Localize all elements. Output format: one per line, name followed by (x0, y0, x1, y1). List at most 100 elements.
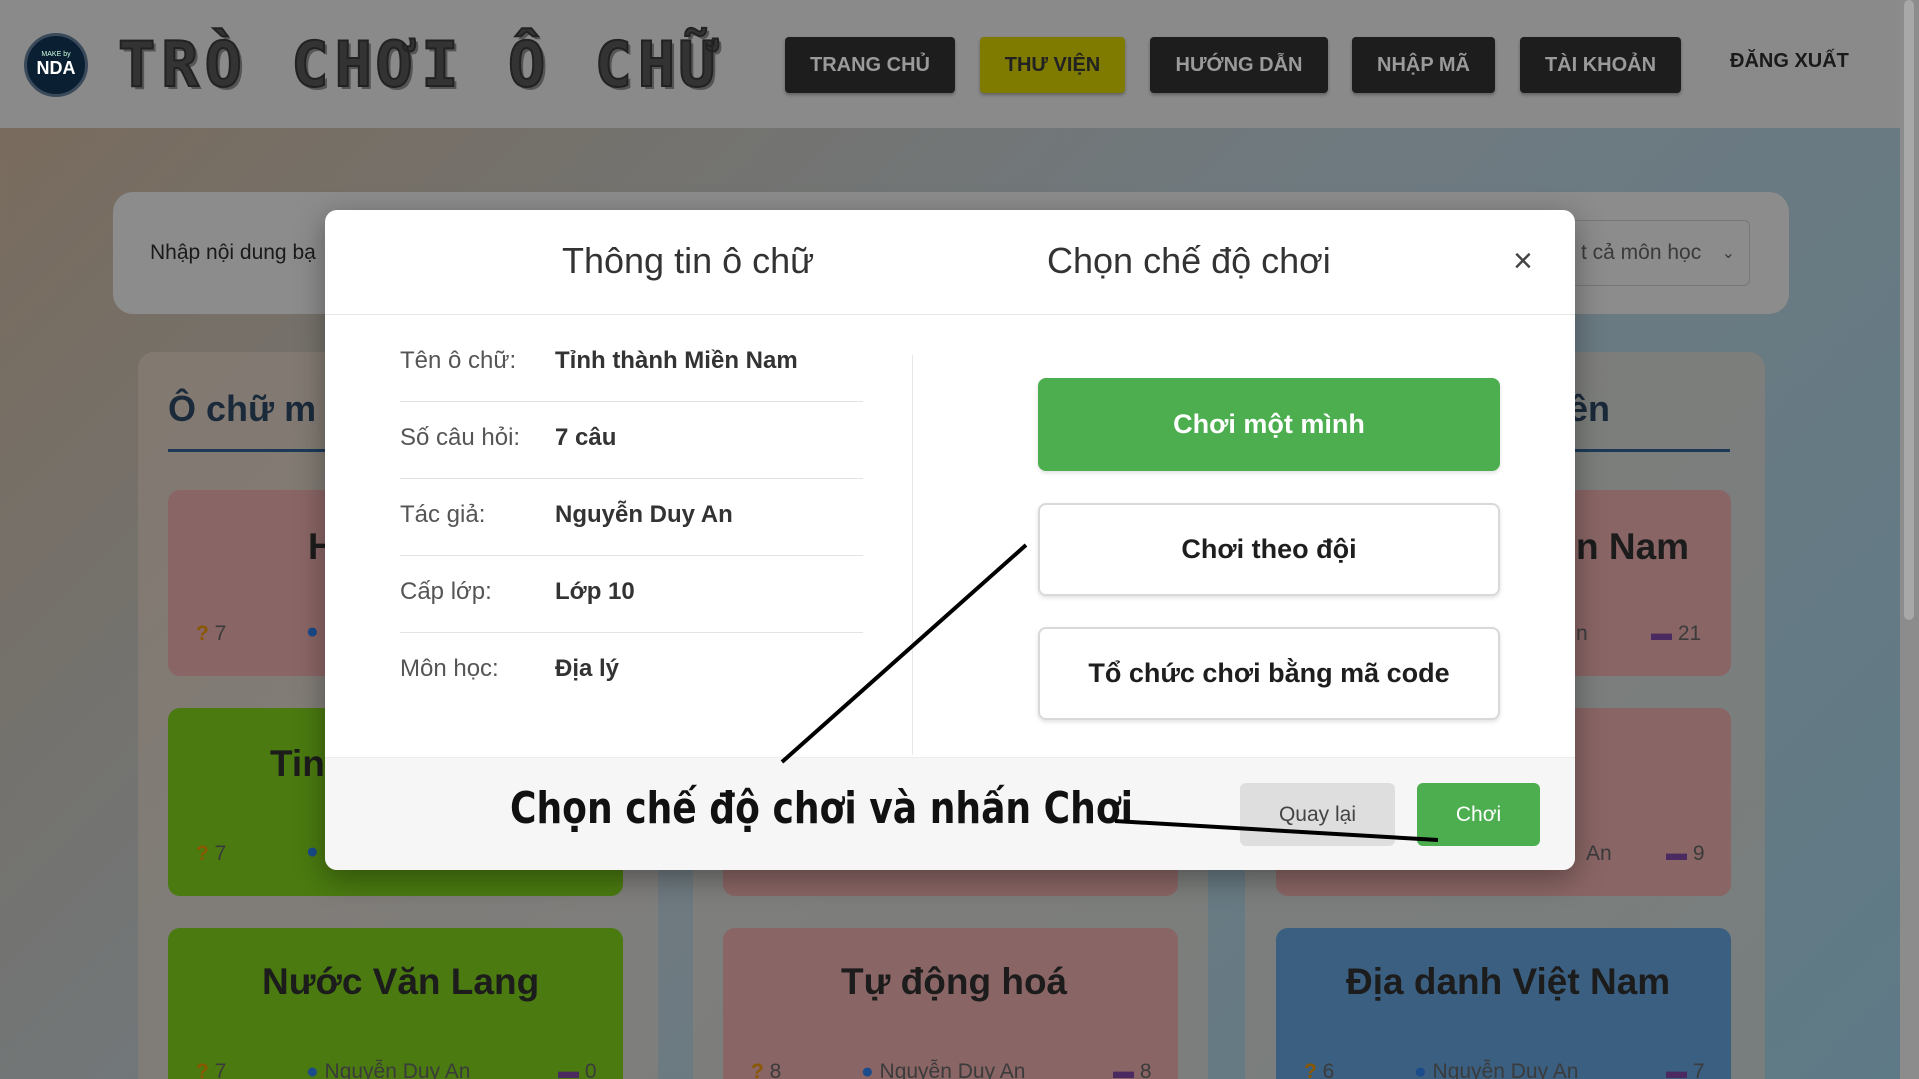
mode-host-code-button[interactable]: Tổ chức chơi bằng mã code (1038, 627, 1500, 720)
logo-small-text: MAKE by (41, 51, 71, 58)
info-row-grade: Cấp lớp: Lớp 10 (400, 556, 863, 633)
card-question-count: ? 7 (196, 622, 226, 646)
nav-guide[interactable]: HƯỚNG DẪN (1150, 37, 1328, 93)
info-label: Tác giả: (400, 501, 486, 528)
site-logo[interactable]: MAKE by NDA (24, 33, 88, 97)
mode-solo-button[interactable]: Chơi một mình (1038, 378, 1500, 471)
close-icon[interactable]: × (1513, 244, 1533, 278)
info-label: Cấp lớp: (400, 578, 492, 605)
user-icon: ● (306, 620, 319, 643)
card-play-value: 7 (1692, 1060, 1705, 1079)
card-author-value: Nguyễn Duy An (1432, 1060, 1579, 1079)
info-label: Số câu hỏi: (400, 424, 521, 451)
card-play-count: ▬ 8 (1113, 1060, 1152, 1079)
site-header: MAKE by NDA TRÒ CHƠI Ô CHỮ TRANG CHỦ THƯ… (0, 0, 1900, 128)
card-play-value: 9 (1692, 842, 1705, 865)
info-value: Nguyễn Duy An (555, 501, 733, 528)
nav-library[interactable]: THƯ VIỆN (980, 37, 1125, 93)
question-icon: ? (196, 842, 215, 865)
section-title-left: Ô chữ m (168, 388, 317, 429)
user-icon: ● (306, 840, 319, 863)
crossword-card[interactable]: Nước Văn Lang ? 7 ● Nguyễn Duy An ▬ 0 (168, 928, 623, 1079)
site-title: TRÒ CHƠI Ô CHỮ (117, 27, 725, 102)
user-icon: ● (1414, 1060, 1433, 1079)
card-title: Tự động hoá (841, 961, 1068, 1002)
user-icon: ● (306, 1060, 325, 1079)
section-underline-left (168, 449, 328, 452)
card-question-count: ? 8 (751, 1060, 781, 1079)
gamepad-icon: ▬ (1651, 622, 1678, 645)
card-author-value: Nguyễn Duy An (324, 1060, 471, 1079)
mode-team-button[interactable]: Chơi theo đội (1038, 503, 1500, 596)
card-question-count: ? 7 (196, 1060, 226, 1079)
card-author: ● Nguyễn Duy An (1414, 1060, 1578, 1079)
chevron-down-icon: ⌄ (1721, 245, 1735, 262)
card-play-count: ▬ 0 (558, 1060, 597, 1079)
card-play-value: 0 (584, 1060, 597, 1079)
info-value: 7 câu (555, 424, 617, 451)
card-author: An (1586, 842, 1612, 865)
modal-title-mode: Chọn chế độ chơi (1047, 240, 1331, 281)
card-title: Tin (270, 743, 325, 784)
info-value: Lớp 10 (555, 578, 635, 605)
question-icon: ? (196, 1060, 215, 1079)
modal-footer: Chọn chế độ chơi và nhấn Chơi Quay lại C… (325, 757, 1575, 870)
card-author-value: Nguyễn Duy An (879, 1060, 1026, 1079)
card-question-value: 7 (214, 1060, 227, 1079)
card-play-count: ▬ 21 (1651, 622, 1701, 646)
card-author: ● Nguyễn Duy An (306, 1060, 470, 1079)
nav-home[interactable]: TRANG CHỦ (785, 37, 955, 93)
scrollbar-thumb[interactable] (1904, 0, 1914, 620)
info-label: Môn học: (400, 655, 499, 682)
question-icon: ? (751, 1060, 770, 1079)
info-row-author: Tác giả: Nguyễn Duy An (400, 479, 863, 556)
question-icon: ? (196, 622, 215, 645)
modal-title-info: Thông tin ô chữ (562, 240, 815, 281)
subject-select-value: t cả môn học (1581, 241, 1702, 264)
crossword-card[interactable]: Tự động hoá ? 8 ● Nguyễn Duy An ▬ 8 (723, 928, 1178, 1079)
card-question-value: 7 (214, 842, 227, 865)
logo-text: NDA (36, 58, 76, 78)
modal-header: Thông tin ô chữ Chọn chế độ chơi × (325, 210, 1575, 315)
card-title: n Nam (1576, 526, 1690, 567)
nav-account[interactable]: TÀI KHOẢN (1520, 37, 1681, 93)
card-play-value: 21 (1677, 622, 1702, 645)
modal-divider (912, 355, 913, 755)
info-row-questions: Số câu hỏi: 7 câu (400, 402, 863, 479)
card-author: ● (306, 840, 319, 864)
gamepad-icon: ▬ (1666, 1060, 1693, 1079)
info-row-subject: Môn học: Địa lý (400, 633, 863, 710)
gamepad-icon: ▬ (1113, 1060, 1140, 1079)
play-button[interactable]: Chơi (1417, 783, 1540, 846)
card-play-count: ▬ 9 (1666, 842, 1705, 866)
back-button[interactable]: Quay lại (1240, 783, 1395, 846)
crossword-card[interactable]: Địa danh Việt Nam ? 6 ● Nguyễn Duy An ▬ … (1276, 928, 1731, 1079)
search-input[interactable]: Nhập nội dung bạ (150, 241, 316, 265)
card-author: ● (306, 620, 319, 644)
card-question-value: 7 (214, 622, 227, 645)
question-icon: ? (1304, 1060, 1323, 1079)
card-question-value: 6 (1322, 1060, 1335, 1079)
card-title: Nước Văn Lang (262, 961, 540, 1002)
card-author: ● Nguyễn Duy An (861, 1060, 1025, 1079)
card-play-value: 8 (1139, 1060, 1152, 1079)
card-title: Địa danh Việt Nam (1346, 961, 1671, 1002)
instruction-annotation: Chọn chế độ chơi và nhấn Chơi (510, 783, 1133, 834)
nav-enter-code[interactable]: NHẬP MÃ (1352, 37, 1495, 93)
page-scrollbar[interactable] (1900, 0, 1919, 1079)
info-row-name: Tên ô chữ: Tỉnh thành Miền Nam (400, 325, 863, 402)
info-label: Tên ô chữ: (400, 347, 517, 374)
crossword-info-modal: Thông tin ô chữ Chọn chế độ chơi × Tên ô… (325, 210, 1575, 870)
card-play-count: ▬ 7 (1666, 1060, 1705, 1079)
nav-logout[interactable]: ĐĂNG XUẤT (1730, 50, 1849, 73)
gamepad-icon: ▬ (558, 1060, 585, 1079)
info-value: Tỉnh thành Miền Nam (555, 347, 798, 374)
card-question-count: ? 6 (1304, 1060, 1334, 1079)
card-author: n (1576, 622, 1588, 645)
card-question-count: ? 7 (196, 842, 226, 866)
gamepad-icon: ▬ (1666, 842, 1693, 865)
section-underline-right (1575, 449, 1730, 452)
user-icon: ● (861, 1060, 880, 1079)
info-value: Địa lý (555, 655, 620, 682)
card-question-value: 8 (769, 1060, 782, 1079)
